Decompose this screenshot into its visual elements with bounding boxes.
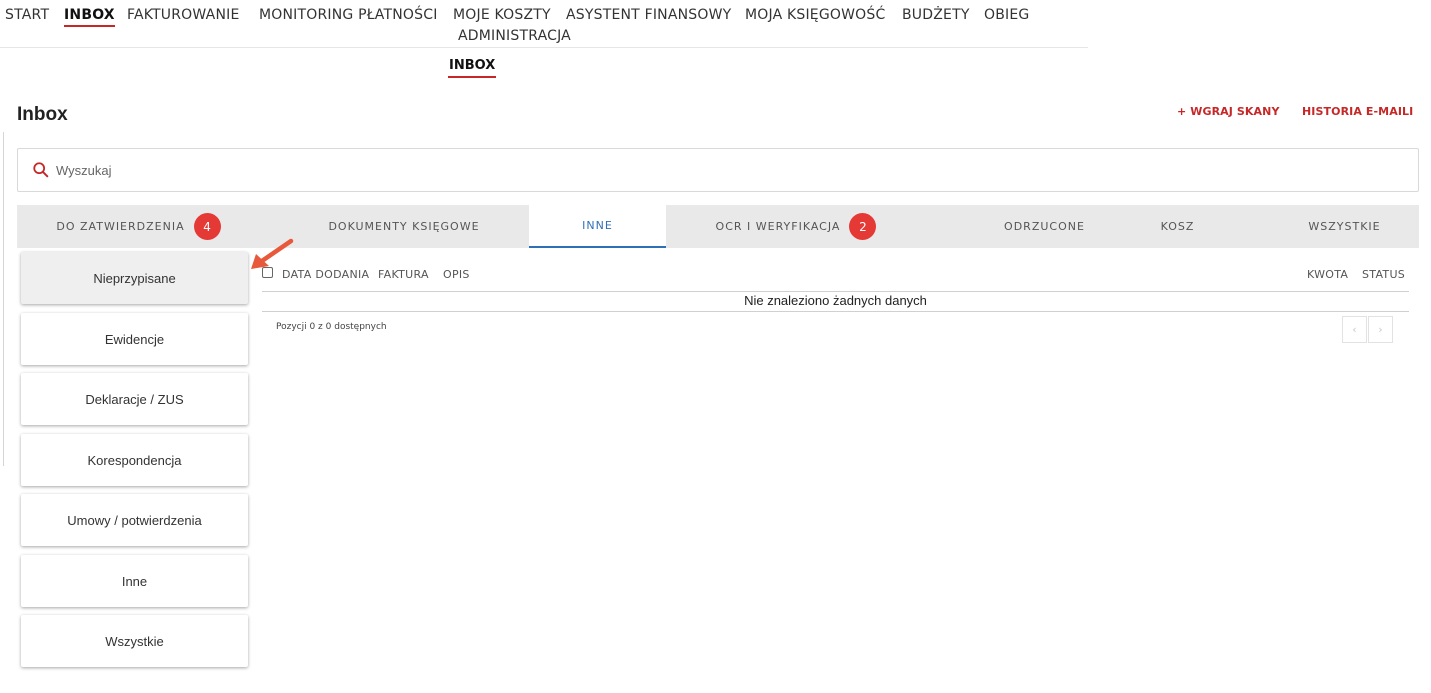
- next-page-button[interactable]: ›: [1368, 316, 1393, 343]
- pagination-info: Pozycji 0 z 0 dostępnych: [276, 322, 387, 332]
- nav-asystent-finansowy[interactable]: ASYSTENT FINANSOWY: [566, 7, 731, 23]
- category-wszystkie[interactable]: Wszystkie: [21, 615, 248, 667]
- nav-moja-ksiegowosc[interactable]: MOJA KSIĘGOWOŚĆ: [745, 7, 885, 23]
- table-header: DATA DODANIA FAKTURA OPIS KWOTA STATUS: [262, 262, 1409, 292]
- tab-kosz[interactable]: KOSZ: [1115, 205, 1240, 248]
- tab-label: KOSZ: [1160, 220, 1195, 233]
- top-navigation: START INBOX FAKTUROWANIE MONITORING PŁAT…: [0, 0, 1088, 48]
- column-kwota[interactable]: KWOTA: [1307, 268, 1348, 281]
- search-icon: [33, 162, 49, 178]
- prev-page-button[interactable]: ‹: [1342, 316, 1367, 343]
- tab-label: DOKUMENTY KSIĘGOWE: [328, 220, 480, 233]
- column-opis[interactable]: OPIS: [443, 268, 470, 281]
- nav-monitoring-platnosci[interactable]: MONITORING PŁATNOŚCI: [259, 7, 438, 23]
- search-bar: [17, 148, 1419, 192]
- document-tabs: DO ZATWIERDZENIA 4 DOKUMENTY KSIĘGOWE IN…: [17, 205, 1419, 248]
- email-history-button[interactable]: HISTORIA E-MAILI: [1302, 105, 1413, 118]
- category-korespondencja[interactable]: Korespondencja: [21, 434, 248, 486]
- tab-dokumenty-ksiegowe[interactable]: DOKUMENTY KSIĘGOWE: [279, 205, 529, 248]
- subnav-inbox[interactable]: INBOX: [447, 58, 497, 78]
- search-input[interactable]: [56, 162, 1418, 178]
- category-deklaracje-zus[interactable]: Deklaracje / ZUS: [21, 373, 248, 425]
- column-data-dodania[interactable]: DATA DODANIA: [282, 268, 369, 281]
- tab-inne[interactable]: INNE: [529, 205, 666, 248]
- column-faktura[interactable]: FAKTURA: [378, 268, 429, 281]
- left-edge-divider: [0, 132, 4, 466]
- column-status[interactable]: STATUS: [1362, 268, 1405, 281]
- category-inne[interactable]: Inne: [21, 555, 248, 607]
- category-nieprzypisane[interactable]: Nieprzypisane: [21, 252, 248, 304]
- nav-obieg[interactable]: OBIEG: [984, 7, 1029, 23]
- tab-wszystkie[interactable]: WSZYSTKIE: [1277, 205, 1412, 248]
- upload-scans-button[interactable]: + WGRAJ SKANY: [1177, 105, 1280, 118]
- page-title: Inbox: [17, 104, 68, 125]
- nav-start[interactable]: START: [5, 7, 49, 23]
- tab-label: ODRZUCONE: [1004, 220, 1085, 233]
- category-umowy-potwierdzenia[interactable]: Umowy / potwierdzenia: [21, 494, 248, 546]
- count-badge: 2: [849, 213, 877, 240]
- tab-label: INNE: [582, 219, 613, 232]
- nav-administracja[interactable]: ADMINISTRACJA: [458, 28, 571, 44]
- tab-label: DO ZATWIERDZENIA: [56, 220, 185, 233]
- nav-moje-koszty[interactable]: MOJE KOSZTY: [453, 7, 551, 23]
- nav-budzety[interactable]: BUDŻETY: [902, 7, 970, 23]
- nav-fakturowanie[interactable]: FAKTUROWANIE: [127, 7, 240, 23]
- select-all-checkbox[interactable]: [262, 267, 273, 278]
- count-badge: 4: [193, 213, 221, 240]
- tab-do-zatwierdzenia[interactable]: DO ZATWIERDZENIA 4: [17, 205, 260, 248]
- empty-state-message: Nie znaleziono żadnych danych: [262, 292, 1409, 312]
- nav-inbox[interactable]: INBOX: [64, 7, 115, 27]
- tab-label: OCR I WERYFIKACJA: [715, 220, 841, 233]
- tab-ocr-i-weryfikacja[interactable]: OCR I WERYFIKACJA 2: [687, 205, 905, 248]
- tab-label: WSZYSTKIE: [1308, 220, 1381, 233]
- category-ewidencje[interactable]: Ewidencje: [21, 313, 248, 365]
